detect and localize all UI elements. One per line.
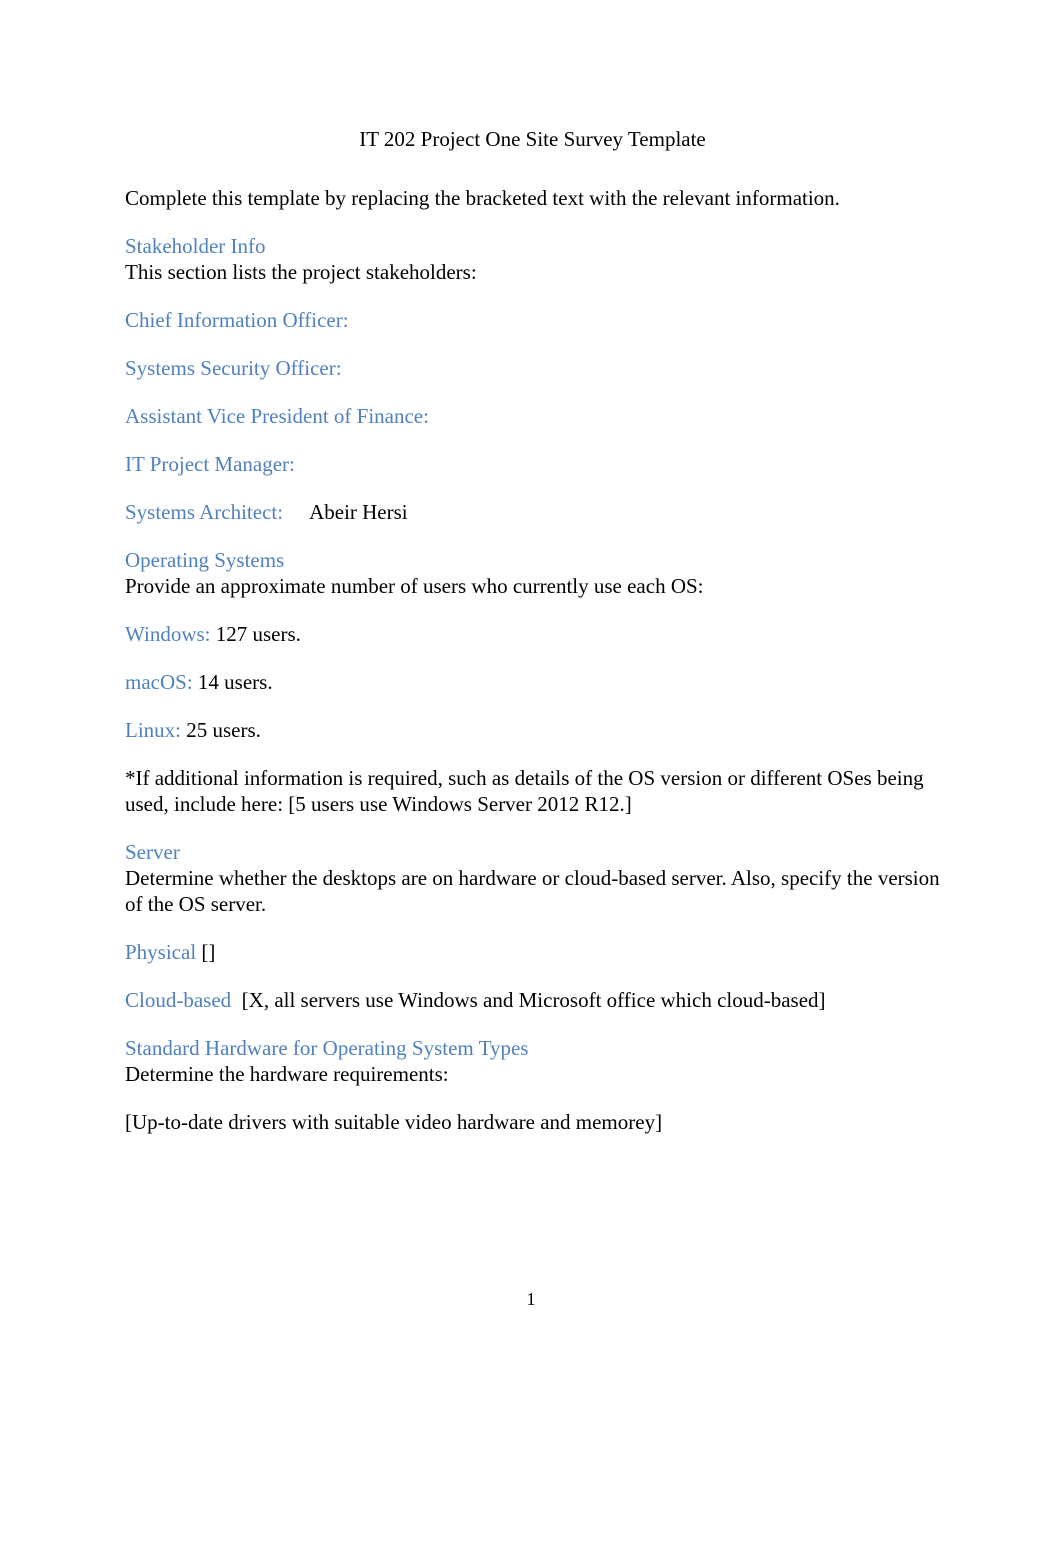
label-macos: macOS: — [125, 670, 193, 694]
label-linux: Linux: — [125, 718, 181, 742]
field-assistant-vp-finance: Assistant Vice President of Finance: — [125, 403, 940, 429]
field-windows-users: Windows: 127 users. — [125, 621, 940, 647]
field-it-project-manager: IT Project Manager: — [125, 451, 940, 477]
document-page: IT 202 Project One Site Survey Template … — [0, 0, 1062, 1561]
field-cloud-based-server: Cloud-based [X, all servers use Windows … — [125, 987, 940, 1013]
field-systems-architect: Systems Architect: Abeir Hersi — [125, 499, 940, 525]
value-linux-users[interactable]: 25 users. — [186, 718, 261, 742]
value-systems-architect[interactable]: Abeir Hersi — [309, 500, 408, 524]
page-number-footer: 1 — [526, 1289, 536, 1309]
field-chief-information-officer: Chief Information Officer: — [125, 307, 940, 333]
section-stakeholder: Stakeholder Info This section lists the … — [125, 233, 940, 285]
heading-standard-hardware: Standard Hardware for Operating System T… — [125, 1036, 529, 1060]
label-systems-security-officer: Systems Security Officer: — [125, 356, 342, 380]
page-title: IT 202 Project One Site Survey Template — [359, 127, 706, 151]
server-description: Determine whether the desktops are on ha… — [125, 866, 940, 916]
label-it-project-manager: IT Project Manager: — [125, 452, 295, 476]
label-cloud-based: Cloud-based — [125, 988, 232, 1012]
section-server: Server Determine whether the desktops ar… — [125, 839, 940, 917]
stakeholder-description: This section lists the project stakehold… — [125, 260, 477, 284]
label-chief-information-officer: Chief Information Officer: — [125, 308, 349, 332]
field-physical-server: Physical [] — [125, 939, 940, 965]
document-body: IT 202 Project One Site Survey Template … — [125, 0, 940, 1135]
field-linux-users: Linux: 25 users. — [125, 717, 940, 743]
section-standard-hardware: Standard Hardware for Operating System T… — [125, 1035, 940, 1087]
field-systems-security-officer: Systems Security Officer: — [125, 355, 940, 381]
value-physical-server[interactable]: [] — [201, 940, 215, 964]
field-macos-users: macOS: 14 users. — [125, 669, 940, 695]
value-macos-users[interactable]: 14 users. — [198, 670, 273, 694]
label-windows: Windows: — [125, 622, 211, 646]
value-cloud-based-server[interactable]: [X, all servers use Windows and Microsof… — [242, 988, 826, 1012]
standard-hardware-answer[interactable]: [Up-to-date drivers with suitable video … — [125, 1109, 940, 1135]
section-operating-systems: Operating Systems Provide an approximate… — [125, 547, 940, 599]
heading-stakeholder-info: Stakeholder Info — [125, 234, 266, 258]
label-systems-architect: Systems Architect: — [125, 500, 284, 524]
intro-paragraph: Complete this template by replacing the … — [125, 186, 840, 210]
label-assistant-vp-finance: Assistant Vice President of Finance: — [125, 404, 429, 428]
standard-hardware-description: Determine the hardware requirements: — [125, 1062, 449, 1086]
label-physical: Physical — [125, 940, 197, 964]
heading-server: Server — [125, 840, 180, 864]
operating-systems-note: *If additional information is required, … — [125, 766, 924, 816]
operating-systems-description: Provide an approximate number of users w… — [125, 574, 704, 598]
heading-operating-systems: Operating Systems — [125, 548, 285, 572]
value-windows-users[interactable]: 127 users. — [216, 622, 301, 646]
